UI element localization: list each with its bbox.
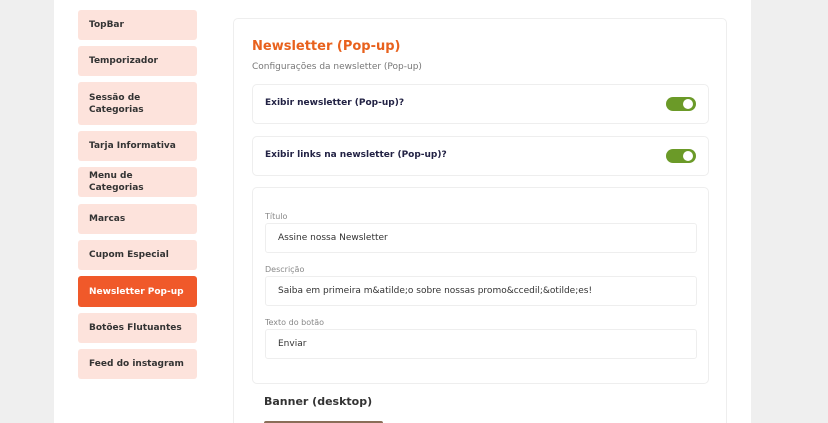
show-newsletter-toggle[interactable] xyxy=(666,97,696,111)
toggle-knob xyxy=(683,151,693,161)
banner-desktop-title: Banner (desktop) xyxy=(264,395,373,408)
settings-panel: TopBar Temporizador Sessão de Categorias… xyxy=(54,8,751,423)
top-strip xyxy=(54,0,751,8)
description-field[interactable] xyxy=(265,276,697,306)
sidebar-item-sessao-de-categorias[interactable]: Sessão de Categorias xyxy=(78,82,197,125)
sidebar-item-cupom-especial[interactable]: Cupom Especial xyxy=(78,240,197,270)
description-field-label: Descrição xyxy=(265,265,305,274)
sidebar-item-feed-do-instagram[interactable]: Feed do instagram xyxy=(78,349,197,379)
newsletter-settings-card: Newsletter (Pop-up) Configurações da new… xyxy=(233,18,727,423)
sidebar-item-temporizador[interactable]: Temporizador xyxy=(78,46,197,76)
button-text-field-label: Texto do botão xyxy=(265,318,325,327)
page-title: Newsletter (Pop-up) xyxy=(252,39,401,54)
title-field[interactable] xyxy=(265,223,697,253)
title-field-label: Título xyxy=(265,212,288,221)
toggle-card-show-links: Exibir links na newsletter (Pop-up)? xyxy=(252,136,709,176)
button-text-field[interactable] xyxy=(265,329,697,359)
show-links-toggle[interactable] xyxy=(666,149,696,163)
toggle-card-show-newsletter: Exibir newsletter (Pop-up)? xyxy=(252,84,709,124)
toggle-label-show-links: Exibir links na newsletter (Pop-up)? xyxy=(265,150,447,160)
newsletter-form-card: Título Descrição Texto do botão xyxy=(252,187,709,384)
sidebar-item-marcas[interactable]: Marcas xyxy=(78,204,197,234)
sidebar-item-newsletter-popup[interactable]: Newsletter Pop-up xyxy=(78,276,197,307)
toggle-label-show-newsletter: Exibir newsletter (Pop-up)? xyxy=(265,98,405,108)
page-subtitle: Configurações da newsletter (Pop-up) xyxy=(252,62,422,72)
sidebar-item-botoes-flutuantes[interactable]: Botões Flutuantes xyxy=(78,313,197,343)
toggle-knob xyxy=(683,99,693,109)
sidebar-item-tarja-informativa[interactable]: Tarja Informativa xyxy=(78,131,197,161)
sidebar-item-menu-de-categorias[interactable]: Menu de Categorias xyxy=(78,167,197,197)
sidebar-item-topbar[interactable]: TopBar xyxy=(78,10,197,40)
